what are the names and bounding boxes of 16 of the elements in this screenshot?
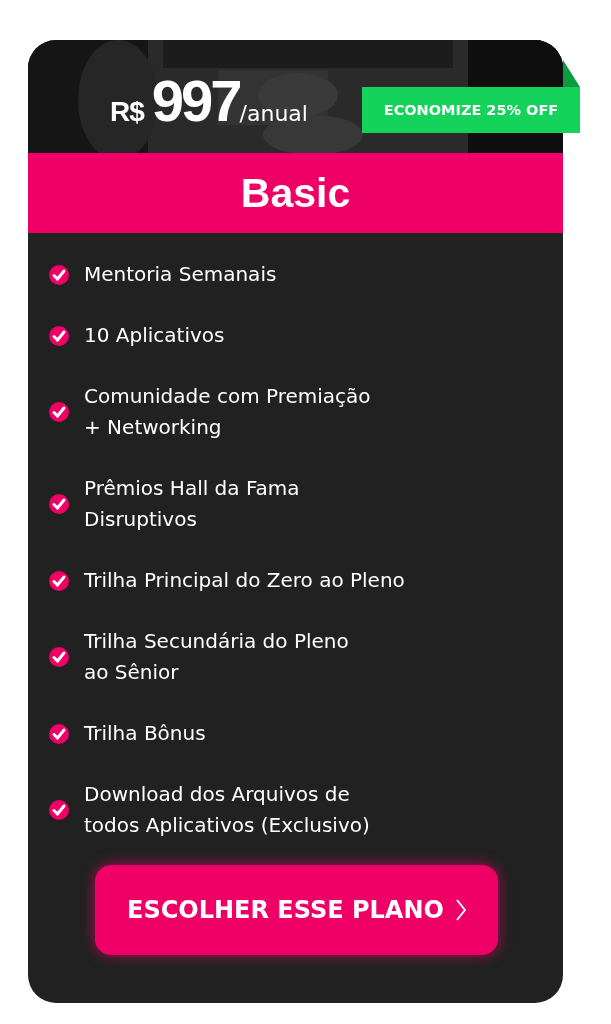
price-amount: 997 (151, 67, 240, 134)
feature-text: Download dos Arquivos de todos Aplicativos (Exclusivo) (84, 781, 370, 839)
chevron-right-icon (455, 899, 466, 921)
currency: R$ (110, 96, 144, 128)
feature-text: Comunidade com Premiação + Networking (84, 383, 371, 441)
feature-text: 10 Aplicativos (84, 322, 225, 349)
plan-name: Basic (240, 169, 351, 217)
feature-text: Trilha Secundária do Pleno ao Sênior (84, 628, 349, 686)
price-period: /anual (239, 101, 308, 126)
feature-text: Prêmios Hall da Fama Disruptivos (84, 475, 300, 533)
choose-plan-button[interactable]: ESCOLHER ESSE PLANO (95, 865, 498, 955)
discount-ribbon: ECONOMIZE 25% OFF (362, 87, 580, 133)
feature-text: Trilha Bônus (84, 720, 206, 747)
feature-text: Trilha Principal do Zero ao Pleno (84, 567, 405, 594)
feature-text: Mentoria Semanais (84, 261, 277, 288)
ribbon-fold-icon (563, 60, 580, 87)
